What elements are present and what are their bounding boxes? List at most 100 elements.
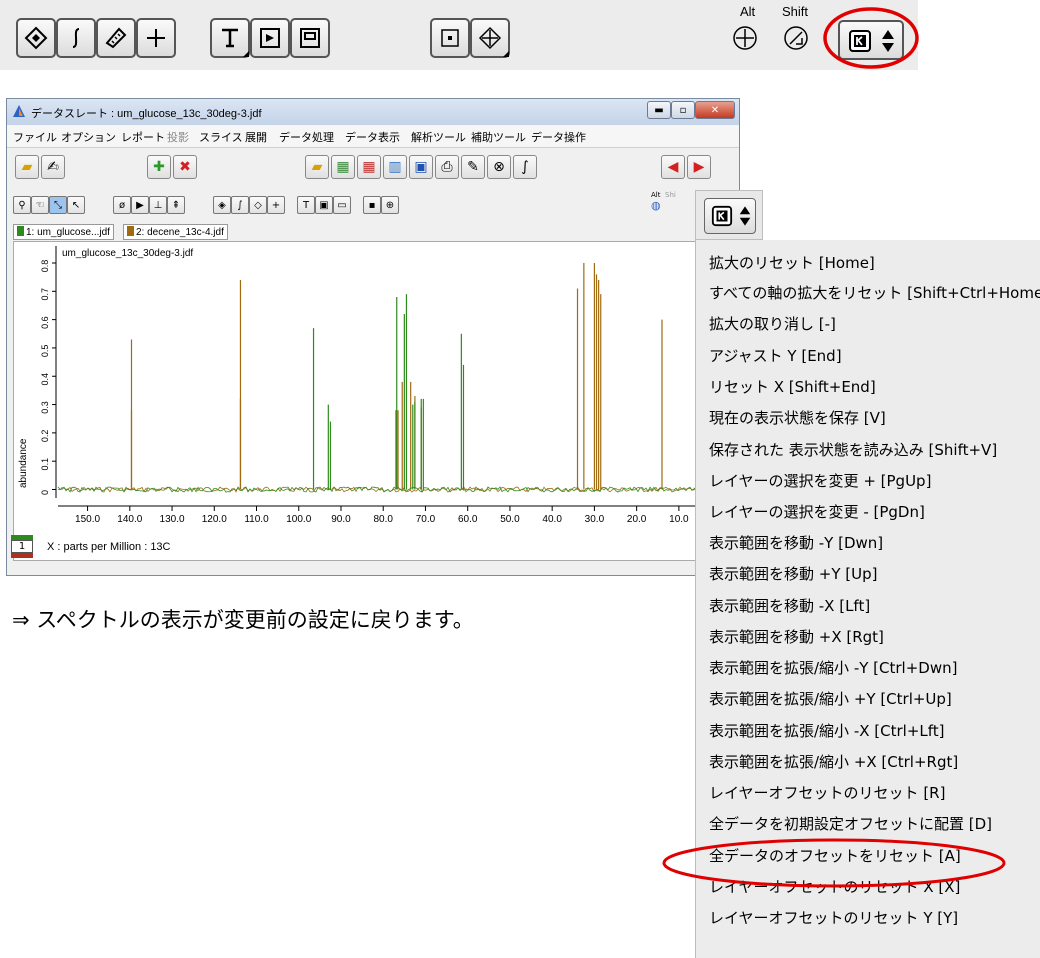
menu-item[interactable]: 表示範囲を移動 -X [Lft] <box>709 595 870 616</box>
tab-decene[interactable]: 2: decene_13c-4.jdf <box>123 224 228 240</box>
small-target-button[interactable]: ⊕ <box>381 196 399 214</box>
menu-item[interactable]: 表示範囲を拡張/縮小 +Y [Ctrl+Up] <box>709 688 952 709</box>
add-button[interactable]: ✚ <box>147 155 171 179</box>
small-text-button[interactable]: T <box>297 196 315 214</box>
tab-glucose[interactable]: 1: um_glucose...jdf <box>13 224 114 240</box>
trash-button[interactable]: ▥ <box>383 155 407 179</box>
small-annotation-button[interactable]: ▣ <box>315 196 333 214</box>
menu-item[interactable]: 表示範囲を移動 +Y [Up] <box>709 563 877 584</box>
open-file-button[interactable]: ▰ <box>305 155 329 179</box>
next-button[interactable]: ▶ <box>687 155 711 179</box>
menu-item[interactable]: 現在の表示状態を保存 [V] <box>709 407 886 428</box>
diamond-icon: ◈ <box>218 199 226 211</box>
frame-tool-button[interactable] <box>290 18 330 58</box>
menu-item[interactable]: 表示範囲を移動 -Y [Dwn] <box>709 532 883 553</box>
open-folder-button[interactable]: ▰ <box>15 155 39 179</box>
menu-item[interactable]: 拡大の取り消し [-] <box>709 313 836 334</box>
spectrum-plot-area[interactable]: um_glucose_13c_30deg-3.jdf abundance 0 0.1 0… <box>13 241 701 561</box>
menu-item[interactable]: レイヤーオフセットのリセット [R] <box>709 782 945 803</box>
menu-item[interactable]: レイヤーの選択を変更 - [PgDn] <box>709 501 925 522</box>
menu-item[interactable]: 拡大のリセット [Home] <box>709 252 875 273</box>
menu-aux-tools[interactable]: 補助ツール <box>471 129 526 145</box>
menu-data-display[interactable]: データ表示 <box>345 129 400 145</box>
menu-item[interactable]: リセット X [Shift+End] <box>709 376 876 397</box>
ruler-icon: ◇ <box>254 199 262 211</box>
peak-pick-tool-button[interactable] <box>16 18 56 58</box>
maximize-button[interactable]: ▫ <box>671 101 695 119</box>
point-tool-button[interactable] <box>430 18 470 58</box>
menu-item[interactable]: レイヤーの選択を変更 + [PgUp] <box>709 470 931 491</box>
tab-glucose-label: 1: um_glucose...jdf <box>26 227 110 238</box>
text-icon: T <box>302 199 310 211</box>
menu-item[interactable]: 表示範囲を拡張/縮小 -Y [Ctrl+Dwn] <box>709 657 957 678</box>
pan-tool-button[interactable]: ☜ <box>31 196 49 214</box>
menu-item[interactable]: レイヤーオフセットのリセット Y [Y] <box>709 907 958 928</box>
text-tool-button[interactable] <box>210 18 250 58</box>
remove-button[interactable]: ✖ <box>173 155 197 179</box>
keyboard-popup-button-area <box>695 190 763 240</box>
small-integral-button[interactable]: ∫ <box>231 196 249 214</box>
small-frame-button[interactable]: ▭ <box>333 196 351 214</box>
menu-data-processing[interactable]: データ処理 <box>279 129 334 145</box>
crosshair-tool-button[interactable] <box>136 18 176 58</box>
process-button[interactable]: ✍ <box>41 155 65 179</box>
menu-item[interactable]: アジャスト Y [End] <box>709 345 842 366</box>
layer-index[interactable]: 1 <box>11 540 33 553</box>
menu-report[interactable]: レポート <box>121 129 165 145</box>
menu-expand[interactable]: 展開 <box>245 129 267 145</box>
save-button[interactable]: ▣ <box>409 155 433 179</box>
paste-layer-button[interactable]: ▦ <box>357 155 381 179</box>
cursor-target-button[interactable] <box>470 18 510 58</box>
small-crosshair-button[interactable]: + <box>267 196 285 214</box>
alt-move-icon[interactable] <box>731 24 759 52</box>
play-tool-button[interactable]: ▶ <box>131 196 149 214</box>
minimize-button[interactable]: ▬ <box>647 101 671 119</box>
menu-item[interactable]: 全データを初期設定オフセットに配置 [D] <box>709 813 992 834</box>
phase-tool-button[interactable]: ø <box>113 196 131 214</box>
menu-bar: ファイル オプション レポート 投影 スライス 展開 データ処理 データ表示 解… <box>7 125 739 148</box>
menu-item[interactable]: 保存された 表示状態を読み込み [Shift+V] <box>709 439 997 460</box>
cancel-button[interactable]: ⊗ <box>487 155 511 179</box>
annotation-tool-button[interactable] <box>250 18 290 58</box>
peak-tool-button[interactable]: ⇞ <box>167 196 185 214</box>
x-tick-label: 120.0 <box>202 514 227 525</box>
peak-icon: ⇞ <box>171 199 181 211</box>
menu-item[interactable]: 表示範囲を移動 +X [Rgt] <box>709 626 884 647</box>
minimize-icon: ▬ <box>654 104 664 116</box>
menu-item[interactable]: 表示範囲を拡張/縮小 -X [Ctrl+Lft] <box>709 720 945 741</box>
copy-layer-button[interactable]: ▦ <box>331 155 355 179</box>
integral-button[interactable]: ∫ <box>513 155 537 179</box>
open-icon: ▰ <box>311 159 323 175</box>
small-ruler-button[interactable]: ◇ <box>249 196 267 214</box>
print-button[interactable]: ⎙ <box>435 155 459 179</box>
cancel-icon: ⊗ <box>493 159 505 175</box>
menu-slice[interactable]: スライス <box>199 129 243 145</box>
title-bar: データスレート : um_glucose_13c_30deg-3.jdf ▬ ▫… <box>7 99 739 125</box>
small-point-button[interactable]: ▪ <box>363 196 381 214</box>
alt-small-icon[interactable]: ◍ <box>651 199 661 212</box>
point-icon: ▪ <box>368 199 376 211</box>
baseline-tool-button[interactable]: ⊥ <box>149 196 167 214</box>
menu-analysis-tools[interactable]: 解析ツール <box>411 129 466 145</box>
menu-item[interactable]: 表示範囲を拡張/縮小 +X [Ctrl+Rgt] <box>709 751 958 772</box>
small-diamond-button[interactable]: ◈ <box>213 196 231 214</box>
menu-data-operations[interactable]: データ操作 <box>531 129 586 145</box>
previous-button[interactable]: ◀ <box>661 155 685 179</box>
menu-options[interactable]: オプション <box>61 129 116 145</box>
zoom-tool-button[interactable]: ⚲ <box>13 196 31 214</box>
range-zoom-button[interactable]: ⤡ <box>49 196 67 214</box>
app-icon <box>13 105 25 117</box>
ruler-tool-button[interactable] <box>96 18 136 58</box>
y-tick-label: 0.3 <box>40 401 50 414</box>
shift-zoom-icon[interactable] <box>782 24 810 52</box>
select-tool-button[interactable]: ↖ <box>67 196 85 214</box>
menu-item[interactable]: すべての軸の拡大をリセット [Shift+Ctrl+Home] <box>709 282 1040 303</box>
annotation-icon <box>260 28 280 48</box>
close-button[interactable]: ✕ <box>695 101 735 119</box>
menu-file[interactable]: ファイル <box>13 129 57 145</box>
integral-tool-button[interactable] <box>56 18 96 58</box>
menu-projection[interactable]: 投影 <box>167 129 189 145</box>
keyboard-shortcut-button[interactable] <box>704 198 756 234</box>
script-button[interactable]: ✎ <box>461 155 485 179</box>
top-toolbar: Alt Shift <box>0 0 919 70</box>
